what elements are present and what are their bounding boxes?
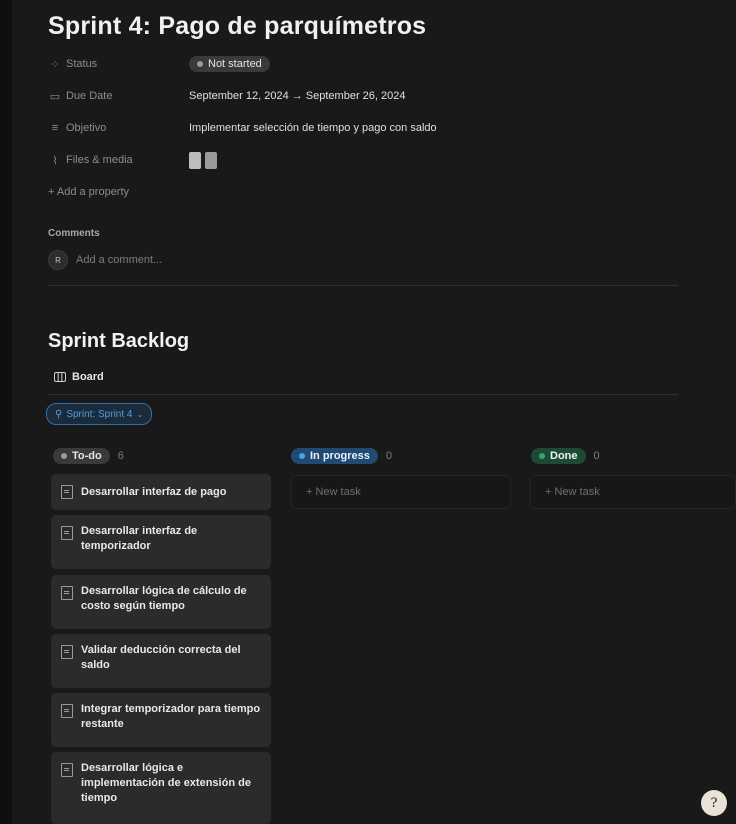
column-label: To-do (72, 450, 102, 462)
card-title: Integrar temporizador para tiempo restan… (81, 703, 261, 730)
divider (48, 394, 678, 395)
chevron-down-icon: ⌄ (136, 409, 144, 419)
status-value: Not started (208, 58, 262, 70)
divider (48, 285, 678, 286)
task-card[interactable]: Desarrollar lógica de cálculo de costo s… (51, 575, 271, 629)
status-dot-icon (197, 61, 203, 67)
backlog-heading: Sprint Backlog (48, 330, 190, 352)
runner-icon: ⚲ (55, 408, 63, 420)
comment-input[interactable]: R Add a comment... (48, 250, 162, 270)
task-card[interactable]: Validar deducción correcta del saldo (51, 634, 271, 688)
column-count: 0 (385, 450, 393, 462)
status-badge[interactable]: Not started (189, 56, 270, 72)
task-card[interactable]: Desarrollar interfaz de pago (51, 474, 271, 510)
page-body: Sprint 4: Pago de parquímetros ⁘ Status … (12, 0, 736, 824)
due-date-value[interactable]: September 12, 2024 → September 26, 2024 (189, 90, 405, 102)
column-badge: In progress (291, 448, 378, 464)
page-icon (61, 645, 73, 659)
property-due-date[interactable]: ▭ Due Date September 12, 2024 → Septembe… (48, 84, 668, 108)
tab-label: Board (72, 371, 104, 383)
new-task-button[interactable]: + New task (530, 475, 736, 509)
page-icon (61, 586, 73, 600)
new-task-button[interactable]: + New task (291, 475, 511, 509)
column-count: 0 (593, 450, 600, 462)
objetivo-value[interactable]: Implementar selección de tiempo y pago c… (189, 122, 437, 134)
page-icon (61, 485, 73, 499)
card-title: Desarrollar interfaz de pago (81, 485, 227, 498)
card-title: Desarrollar interfaz de temporizador (81, 525, 198, 552)
avatar: R (48, 250, 68, 270)
task-card[interactable]: Desarrollar interfaz de temporizador (51, 515, 271, 569)
property-label: Files & media (66, 154, 133, 166)
text-lines-icon: ≡ (51, 122, 59, 134)
card-title: Desarrollar lógica e implementación de e… (81, 762, 251, 804)
property-files[interactable]: ⌇ Files & media (48, 148, 668, 172)
property-label: Due Date (66, 90, 113, 102)
page-icon (61, 704, 73, 718)
property-label: Status (66, 58, 98, 70)
page-title[interactable]: Sprint 4: Pago de parquímetros (48, 12, 426, 41)
file-thumbnail[interactable] (205, 151, 217, 169)
filter-label: Sprint: Sprint 4 (66, 408, 133, 420)
column-count: 6 (117, 450, 124, 462)
card-title: Desarrollar lógica de cálculo de costo s… (81, 585, 247, 612)
file-thumbnail[interactable] (189, 151, 201, 169)
property-status[interactable]: ⁘ Status Not started (48, 52, 668, 76)
add-property-button[interactable]: + Add a property (48, 180, 668, 204)
calendar-icon: ▭ (49, 90, 61, 103)
status-dot-icon (539, 453, 545, 459)
column-badge: To-do (53, 448, 110, 464)
tab-board[interactable]: Board (54, 371, 104, 383)
card-title: Validar deducción correcta del saldo (81, 644, 241, 671)
status-dot-icon (61, 453, 67, 459)
page-icon (61, 763, 73, 777)
help-button[interactable]: ? (701, 790, 727, 816)
column-label: Done (550, 450, 578, 462)
board-icon (54, 372, 66, 382)
task-card[interactable]: Desarrollar lógica e implementación de e… (51, 752, 271, 824)
add-property-label: + Add a property (48, 186, 130, 198)
paperclip-icon: ⌇ (52, 154, 58, 167)
comments-heading: Comments (48, 228, 100, 239)
sprint-filter-chip[interactable]: ⚲ Sprint: Sprint 4 ⌄ (46, 403, 153, 425)
status-icon: ⁘ (50, 58, 60, 71)
status-dot-icon (299, 453, 305, 459)
column-badge: Done (531, 448, 586, 464)
task-card[interactable]: Integrar temporizador para tiempo restan… (51, 693, 271, 747)
property-label: Objetivo (66, 122, 107, 134)
column-header-done[interactable]: Done 0 (531, 448, 600, 464)
column-header-in-progress[interactable]: In progress 0 (291, 448, 392, 464)
page-icon (61, 526, 73, 540)
column-label: In progress (310, 450, 370, 462)
property-objetivo[interactable]: ≡ Objetivo Implementar selección de tiem… (48, 116, 668, 140)
comment-placeholder: Add a comment... (76, 254, 163, 266)
column-header-todo[interactable]: To-do 6 (53, 448, 124, 464)
